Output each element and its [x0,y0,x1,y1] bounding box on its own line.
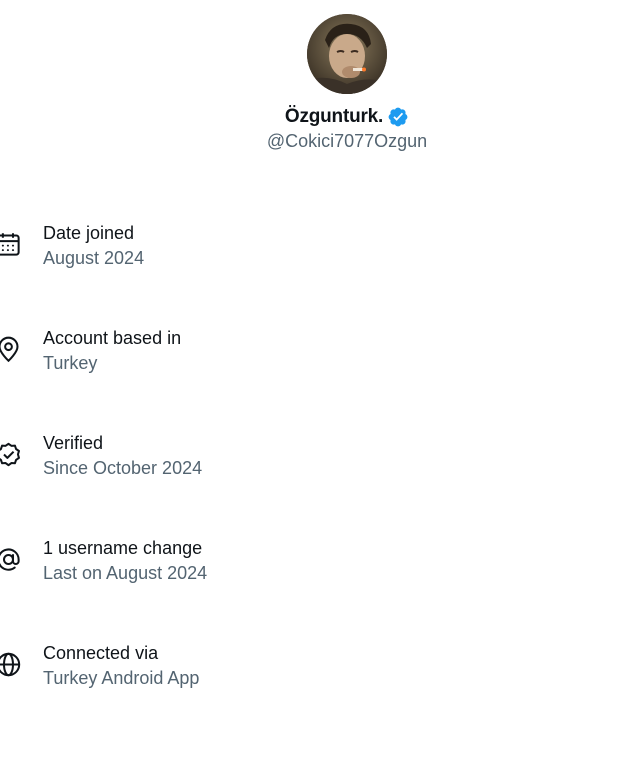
avatar[interactable] [307,14,387,94]
info-value: August 2024 [43,248,145,268]
info-value: Turkey [43,353,98,373]
info-value: Last on August 2024 [43,563,208,583]
at-sign-icon [0,546,22,573]
verified-badge-icon[interactable] [387,106,409,128]
info-title: 1 username change [43,538,203,558]
info-row-username-changes: 1 username change Last on August 2024 [0,536,617,596]
info-title: Verified [43,433,104,453]
info-title: Account based in [43,328,182,348]
info-row-date-joined: Date joined August 2024 [0,221,617,281]
verified-seal-icon [0,441,22,468]
calendar-icon [0,231,22,258]
info-row-account-location: Account based in Turkey [0,326,617,386]
about-account-page: Özgunturk. @Cokici7077Ozgun Date joined … [0,0,617,768]
globe-icon [0,651,22,678]
info-value: Since October 2024 [43,458,203,478]
info-value: Turkey Android App [43,668,200,688]
info-title: Connected via [43,643,159,663]
location-pin-icon [0,336,22,363]
display-name[interactable]: Özgunturk. [285,106,383,128]
info-row-verified: Verified Since October 2024 [0,431,617,491]
profile-handle[interactable]: @Cokici7077Ozgun [230,131,464,152]
name-row: Özgunturk. [250,104,444,130]
info-title: Date joined [43,223,135,243]
info-row-connected-via: Connected via Turkey Android App [0,641,617,701]
